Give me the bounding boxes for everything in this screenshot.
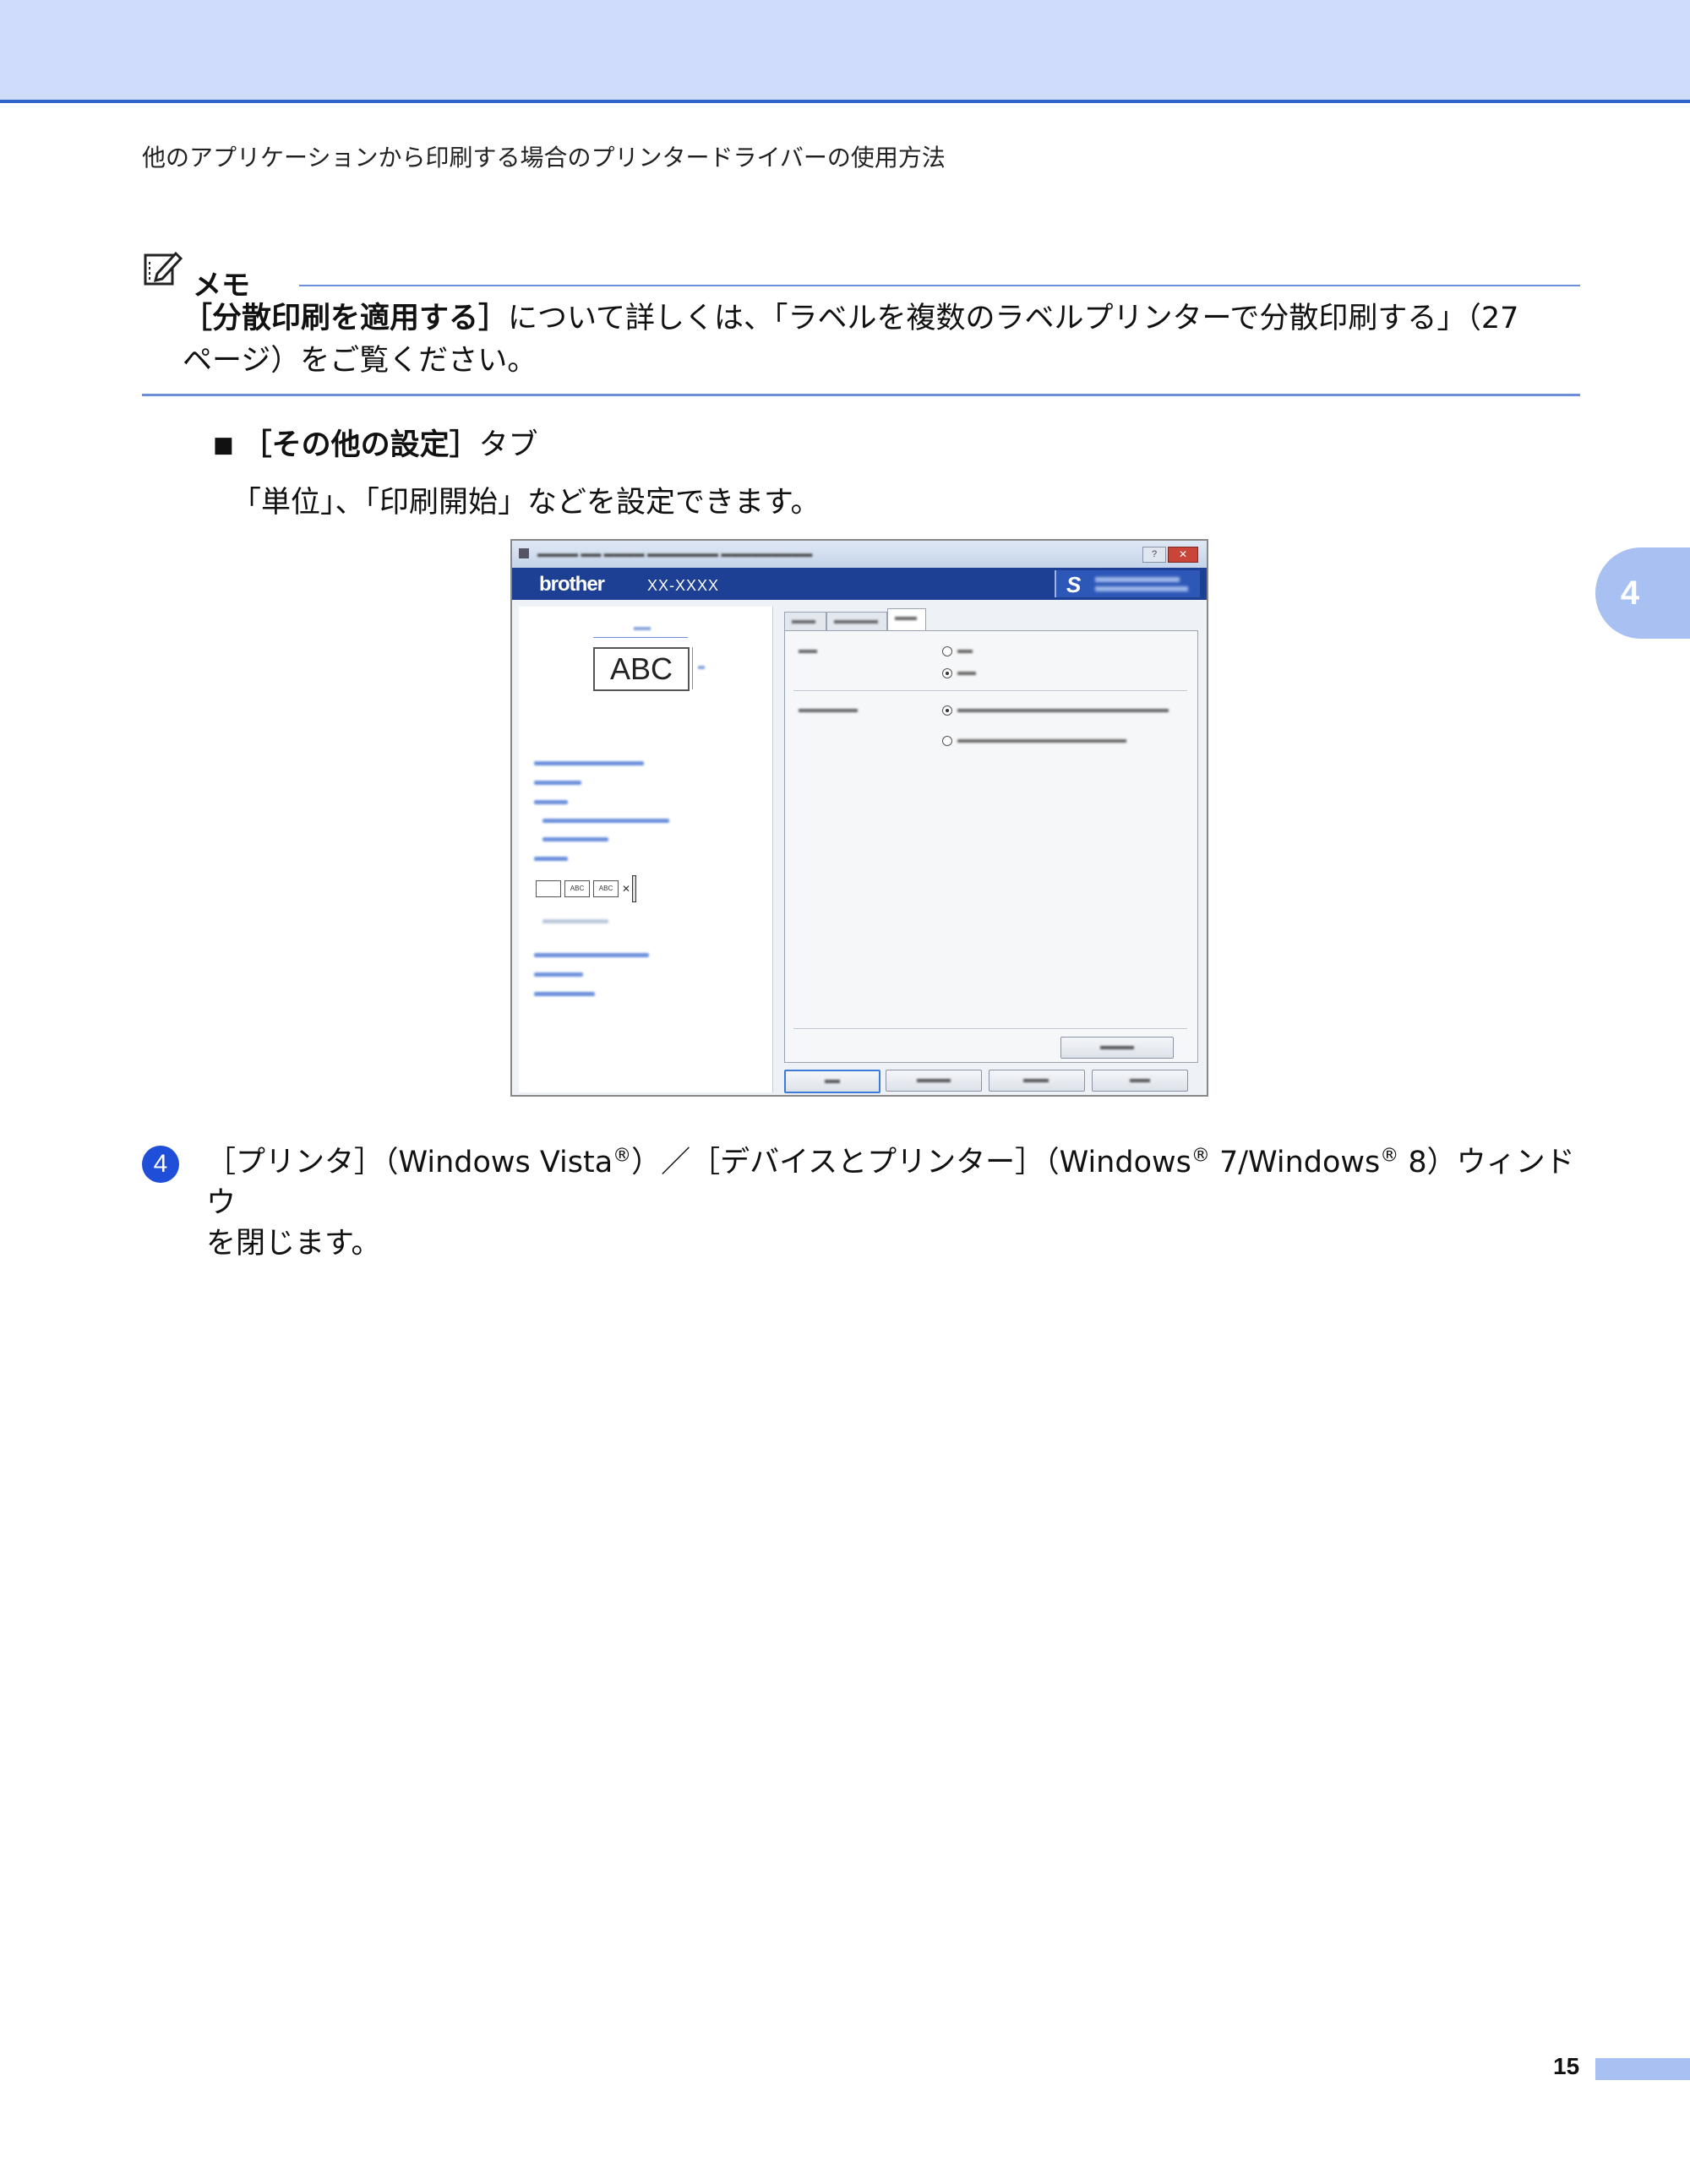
dialog-titlebar: ▬▬▬▬ ▬▬ ▬▬▬▬ ▬▬▬▬▬▬▬ ▬▬▬▬▬▬▬▬▬ ? ✕ xyxy=(512,541,1207,568)
help-bottom-button-label xyxy=(1130,1079,1150,1082)
running-header: 他のアプリケーションから印刷する場合のプリンタードライバーの使用方法 xyxy=(142,144,946,172)
memo-emphasis: ［分散印刷を適用する］ xyxy=(183,302,509,335)
start-immediately-radio[interactable] xyxy=(942,705,952,716)
memo-bottom-rule xyxy=(142,394,1580,396)
label-preview: ABC xyxy=(593,647,690,691)
dialog-title-blurred: ▬▬▬▬ ▬▬ ▬▬▬▬ ▬▬▬▬▬▬▬ ▬▬▬▬▬▬▬▬▬ xyxy=(537,547,813,559)
registered-mark-2: ® xyxy=(1191,1145,1210,1167)
solutions-text-blurred-2 xyxy=(1095,586,1188,591)
close-button[interactable]: ✕ xyxy=(1168,547,1198,563)
step-4: 4 ［プリンタ］（Windows Vista®）／［デバイスとプリンター］（Wi… xyxy=(142,1142,1595,1264)
solutions-center-icon: S xyxy=(1066,572,1082,597)
default-button-label xyxy=(1100,1046,1134,1049)
unit-label xyxy=(799,650,817,653)
memo-pencil-icon xyxy=(144,251,183,286)
tab-advanced-label xyxy=(834,620,878,624)
panel-separator xyxy=(793,690,1187,691)
default-button[interactable] xyxy=(1060,1037,1174,1059)
bullet-tab-name: ［その他の設定］ xyxy=(242,428,479,462)
step-text-b: ）／［デバイスとプリンター］（Windows xyxy=(631,1146,1191,1179)
memo-line1: について詳しくは、「ラベルを複数のラベルプリンターで分散印刷する」（27 xyxy=(508,302,1519,335)
tab-other[interactable] xyxy=(887,608,926,632)
height-dimension-label xyxy=(698,666,705,669)
registered-mark: ® xyxy=(613,1145,632,1167)
unit-mm-radio[interactable] xyxy=(942,646,952,656)
abc-label-icon: ABC xyxy=(564,880,590,897)
summary-quality-value xyxy=(542,819,669,823)
top-band xyxy=(0,0,1690,103)
brand-bar: brother XX-XXXX S xyxy=(512,568,1207,600)
summary-quality-label xyxy=(534,800,568,804)
tab-advanced[interactable] xyxy=(826,612,887,631)
printing-preferences-dialog: ▬▬▬▬ ▬▬ ▬▬▬▬ ▬▬▬▬▬▬▬ ▬▬▬▬▬▬▬▬▬ ? ✕ broth… xyxy=(510,539,1208,1097)
summary-brightness xyxy=(534,972,583,977)
blank-label-icon xyxy=(536,880,561,897)
solutions-center-button[interactable]: S xyxy=(1055,570,1200,597)
memo-title: メモ xyxy=(193,269,250,302)
summary-option-label xyxy=(534,857,568,861)
unit-inch-radio[interactable] xyxy=(942,668,952,678)
tab-basic[interactable] xyxy=(784,612,826,631)
memo-top-rule xyxy=(299,285,1580,286)
summary-halftone xyxy=(534,953,649,957)
other-tab-panel xyxy=(784,630,1198,1063)
abc-label-icon-2: ABC xyxy=(593,880,619,897)
start-after-page-label xyxy=(957,739,1126,743)
cancel-button-label xyxy=(917,1079,951,1082)
unit-mm-label xyxy=(957,650,973,653)
width-dimension xyxy=(593,637,688,638)
memo-line2: ページ）をご覧ください。 xyxy=(183,344,537,378)
start-printing-label xyxy=(799,709,858,712)
summary-contrast xyxy=(534,992,595,996)
apply-button-label xyxy=(1023,1079,1049,1082)
chapter-tab: 4 xyxy=(1595,547,1690,639)
registered-mark-3: ® xyxy=(1380,1145,1399,1167)
preview-pane: ABC ABC ABC ✕ xyxy=(519,607,773,1092)
step-text-line2: を閉じます。 xyxy=(206,1227,381,1261)
summary-tape-option xyxy=(542,919,608,923)
summary-resolution xyxy=(542,837,608,841)
step-text-a: ［プリンタ］（Windows Vista xyxy=(206,1146,613,1179)
brother-logo: brother xyxy=(539,573,605,596)
memo-box: メモ ［分散印刷を適用する］について詳しくは、「ラベルを複数のラベルプリンターで… xyxy=(142,247,1580,396)
memo-header: メモ xyxy=(142,247,1580,302)
page-number: 15 xyxy=(1553,2053,1580,2079)
apply-button[interactable] xyxy=(989,1070,1085,1092)
page-number-bar xyxy=(1595,2058,1690,2080)
step-text: ［プリンタ］（Windows Vista®）／［デバイスとプリンター］（Wind… xyxy=(206,1142,1595,1264)
tab-other-label xyxy=(895,617,917,620)
step-number-badge: 4 xyxy=(142,1146,179,1183)
start-immediately-label xyxy=(957,709,1169,712)
tape-end-icon xyxy=(632,875,636,902)
ok-button-label xyxy=(825,1080,840,1083)
cut-icon: ✕ xyxy=(622,883,631,895)
bullet-item: ■ ［その他の設定］タブ xyxy=(213,421,538,464)
tab-basic-label xyxy=(792,620,815,624)
panel-bottom-separator xyxy=(793,1028,1187,1029)
summary-copies xyxy=(534,781,581,785)
help-button[interactable]: ? xyxy=(1142,547,1166,563)
summary-paper-size xyxy=(534,761,644,765)
help-bottom-button[interactable] xyxy=(1092,1070,1188,1092)
model-name: XX-XXXX xyxy=(647,577,720,594)
ok-button[interactable] xyxy=(784,1070,880,1093)
memo-body: ［分散印刷を適用する］について詳しくは、「ラベルを複数のラベルプリンターで分散印… xyxy=(183,297,1580,382)
bullet-rest: タブ xyxy=(478,428,538,462)
start-after-page-radio[interactable] xyxy=(942,736,952,746)
width-dimension-label xyxy=(634,627,651,630)
printer-icon xyxy=(519,548,529,558)
solutions-text-blurred xyxy=(1095,577,1180,582)
cancel-button[interactable] xyxy=(886,1070,982,1092)
height-dimension xyxy=(692,647,693,689)
step-text-c: 7/Windows xyxy=(1209,1146,1381,1179)
bullet-square-icon: ■ xyxy=(213,433,234,458)
bullet-description: 「単位」、「印刷開始」などを設定できます。 xyxy=(232,486,820,520)
option-icons: ABC ABC ✕ xyxy=(536,875,640,902)
unit-inch-label xyxy=(957,672,976,675)
